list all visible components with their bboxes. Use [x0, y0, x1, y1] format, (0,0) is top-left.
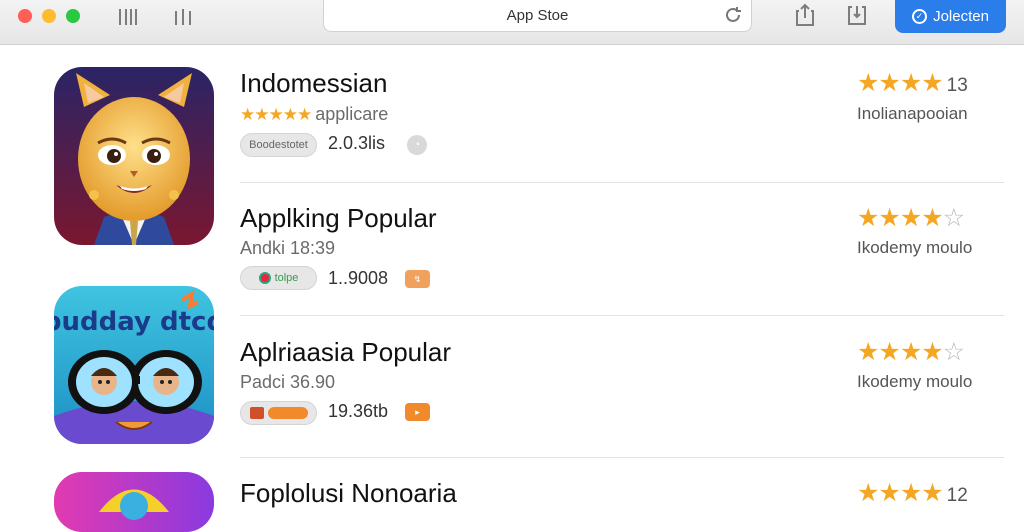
pill-label: Boodestotet	[249, 139, 308, 151]
star-icon: ★★★★	[857, 204, 944, 232]
empty-star-icon: ☆	[942, 338, 965, 366]
app-category-pill[interactable]	[240, 401, 317, 425]
star-icon: ★★★★	[857, 338, 944, 366]
app-rating: ★★★★☆	[857, 337, 965, 367]
app-category-pill[interactable]: tolpe	[240, 266, 317, 290]
window-titlebar: App Stoe ✓ Jolecten	[0, 0, 1024, 45]
app-rating: ★★★★☆	[857, 203, 965, 233]
close-window-button[interactable]	[18, 9, 32, 23]
zoom-window-button[interactable]	[66, 9, 80, 23]
share-icon[interactable]	[793, 3, 817, 26]
star-icon: ★★★★	[857, 69, 944, 97]
app-subtitle: Andki 18:39	[240, 238, 336, 258]
sidebar-toggle-icon[interactable]	[116, 6, 140, 28]
app-size: 19.36tb	[328, 401, 389, 421]
play-badge-icon: ▸	[405, 403, 430, 421]
app-icon-cartoon-glasses[interactable]: budday dtcd	[54, 286, 214, 444]
flash-badge-icon: ↯	[405, 270, 430, 288]
app-subtitle-text: applicare	[315, 104, 389, 124]
minimize-window-button[interactable]	[42, 9, 56, 23]
app-subtitle: ★★★★★ applicare	[240, 104, 388, 125]
pill-bar	[267, 407, 308, 419]
app-title[interactable]: Applking Popular	[240, 203, 437, 234]
row-divider	[240, 457, 1004, 458]
rating-count: 12	[946, 485, 968, 506]
row-divider	[240, 315, 1004, 316]
pill-icon	[258, 272, 271, 284]
star-icon: ★★★★	[857, 479, 944, 507]
pill-label: tolpe	[274, 272, 299, 284]
app-icon-cat-character[interactable]	[54, 67, 214, 245]
toolbar-action-button[interactable]: ✓ Jolecten	[895, 0, 1006, 33]
app-size: 1..9008	[328, 268, 389, 288]
app-developer: Ikodemy moulo	[857, 372, 973, 391]
app-title[interactable]: Indomessian	[240, 68, 387, 99]
columns-view-icon[interactable]	[172, 6, 194, 28]
download-icon[interactable]	[845, 4, 869, 26]
checkmark-icon: ✓	[912, 9, 928, 24]
app-category-pill[interactable]: Boodestotet	[240, 133, 317, 157]
row-divider	[240, 182, 1004, 183]
app-title[interactable]: Foplolusi Nonoaria	[240, 478, 457, 509]
app-subtitle: Padci 36.90	[240, 372, 336, 392]
app-developer: Ikodemy moulo	[857, 238, 973, 257]
app-icon-colorful[interactable]	[54, 472, 214, 532]
app-rating: ★★★★ 12	[857, 478, 968, 508]
address-text: App Stoe	[506, 7, 569, 24]
app-title[interactable]: Aplriaasia Popular	[240, 337, 451, 368]
rating-count: 13	[946, 75, 968, 96]
app-developer: Inolianapooian	[857, 104, 968, 123]
app-size: 2.0.3lis	[328, 133, 386, 153]
info-icon[interactable]: ◔	[407, 135, 427, 155]
pill-icon	[249, 407, 264, 419]
app-rating: ★★★★ 13	[857, 68, 968, 98]
toolbar-action-label: Jolecten	[933, 8, 989, 25]
reload-icon[interactable]	[723, 5, 743, 29]
subtitle-stars: ★★★★★	[240, 105, 312, 124]
address-bar[interactable]: App Stoe	[323, 0, 752, 32]
empty-star-icon: ☆	[942, 204, 965, 232]
icon-logo-text: budday dtcd	[54, 307, 214, 337]
